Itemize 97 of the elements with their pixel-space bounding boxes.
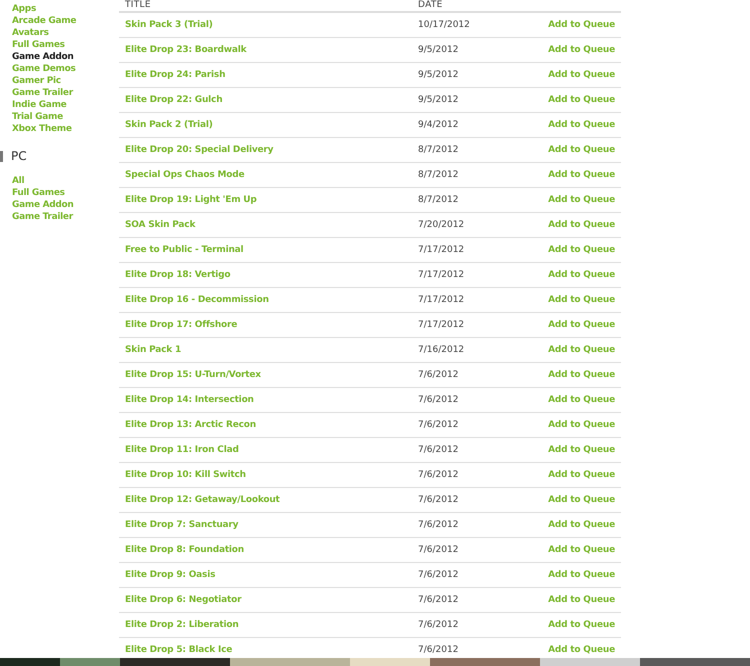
date-text: 9/5/2012 — [418, 70, 458, 80]
add-to-queue-link[interactable]: Add to Queue — [548, 495, 615, 505]
title-link[interactable]: Elite Drop 17: Offshore — [125, 320, 238, 330]
date-text: 8/7/2012 — [418, 170, 458, 180]
date-text: 7/6/2012 — [418, 595, 458, 605]
title-link[interactable]: Elite Drop 11: Iron Clad — [125, 445, 239, 455]
add-to-queue-link[interactable]: Add to Queue — [548, 370, 615, 380]
date-text: 7/6/2012 — [418, 445, 458, 455]
date-text: 7/17/2012 — [418, 270, 464, 280]
category-link[interactable]: Game Addon — [12, 51, 74, 63]
category-link[interactable]: Game Demos — [12, 63, 76, 75]
title-link[interactable]: Free to Public - Terminal — [125, 245, 244, 255]
add-to-queue-link[interactable]: Add to Queue — [548, 595, 615, 605]
add-to-queue-link[interactable]: Add to Queue — [548, 20, 615, 30]
add-to-queue-link[interactable]: Add to Queue — [548, 295, 615, 305]
date-text: 10/17/2012 — [418, 20, 470, 30]
title-link[interactable]: Elite Drop 16 - Decommission — [125, 295, 269, 305]
date-text: 8/7/2012 — [418, 195, 458, 205]
date-text: 9/5/2012 — [418, 95, 458, 105]
bar-icon — [0, 150, 3, 162]
title-link[interactable]: Skin Pack 3 (Trial) — [125, 20, 213, 30]
date-text: 7/6/2012 — [418, 495, 458, 505]
date-text: 7/17/2012 — [418, 245, 464, 255]
date-text: 7/6/2012 — [418, 620, 458, 630]
date-text: 7/6/2012 — [418, 370, 458, 380]
title-link[interactable]: Elite Drop 13: Arctic Recon — [125, 420, 256, 430]
add-to-queue-link[interactable]: Add to Queue — [548, 470, 615, 480]
title-link[interactable]: Elite Drop 8: Foundation — [125, 545, 244, 555]
title-link[interactable]: Special Ops Chaos Mode — [125, 170, 244, 180]
title-link[interactable]: Elite Drop 24: Parish — [125, 70, 226, 80]
category-link[interactable]: Full Games — [12, 187, 65, 199]
add-to-queue-link[interactable]: Add to Queue — [548, 345, 615, 355]
date-text: 7/6/2012 — [418, 570, 458, 580]
category-link[interactable]: Avatars — [12, 27, 49, 39]
date-text: 7/6/2012 — [418, 545, 458, 555]
title-link[interactable]: Skin Pack 1 — [125, 345, 182, 355]
date-text: 7/6/2012 — [418, 645, 458, 655]
title-link[interactable]: Elite Drop 18: Vertigo — [125, 270, 230, 280]
date-text: 7/6/2012 — [418, 420, 458, 430]
title-link[interactable]: Elite Drop 5: Black Ice — [125, 645, 232, 655]
title-link[interactable]: Elite Drop 20: Special Delivery — [125, 145, 274, 155]
category-link[interactable]: Indie Game — [12, 99, 66, 111]
title-link[interactable]: Elite Drop 14: Intersection — [125, 395, 254, 405]
date-text: 7/16/2012 — [418, 345, 464, 355]
add-to-queue-link[interactable]: Add to Queue — [548, 620, 615, 630]
category-link[interactable]: Trial Game — [12, 111, 63, 123]
add-to-queue-link[interactable]: Add to Queue — [548, 545, 615, 555]
add-to-queue-link[interactable]: Add to Queue — [548, 145, 615, 155]
date-text: 7/6/2012 — [418, 470, 458, 480]
add-to-queue-link[interactable]: Add to Queue — [548, 95, 615, 105]
add-to-queue-link[interactable]: Add to Queue — [548, 195, 615, 205]
title-link[interactable]: Elite Drop 12: Getaway/Lookout — [125, 495, 280, 505]
add-to-queue-link[interactable]: Add to Queue — [548, 70, 615, 80]
category-link[interactable]: Apps — [12, 3, 36, 15]
title-link[interactable]: Elite Drop 7: Sanctuary — [125, 520, 238, 530]
add-to-queue-link[interactable]: Add to Queue — [548, 395, 615, 405]
add-to-queue-link[interactable]: Add to Queue — [548, 245, 615, 255]
category-link[interactable]: Game Trailer — [12, 211, 73, 223]
date-text: 8/7/2012 — [418, 145, 458, 155]
date-text: 7/17/2012 — [418, 320, 464, 330]
add-to-queue-link[interactable]: Add to Queue — [548, 45, 615, 55]
title-link[interactable]: SOA Skin Pack — [125, 220, 196, 230]
add-to-queue-link[interactable]: Add to Queue — [548, 645, 615, 655]
title-link[interactable]: Elite Drop 6: Negotiator — [125, 595, 242, 605]
title-link[interactable]: Elite Drop 10: Kill Switch — [125, 470, 246, 480]
title-link[interactable]: Skin Pack 2 (Trial) — [125, 120, 213, 130]
add-to-queue-link[interactable]: Add to Queue — [548, 445, 615, 455]
date-text: 9/4/2012 — [418, 120, 458, 130]
category-link[interactable]: Full Games — [12, 39, 65, 51]
add-to-queue-link[interactable]: Add to Queue — [548, 270, 615, 280]
title-link[interactable]: Elite Drop 22: Gulch — [125, 95, 222, 105]
category-link[interactable]: Game Trailer — [12, 87, 73, 99]
column-header: DATE — [418, 0, 444, 10]
title-link[interactable]: Elite Drop 15: U-Turn/Vortex — [125, 370, 261, 380]
title-link[interactable]: Elite Drop 2: Liberation — [125, 620, 239, 630]
add-to-queue-link[interactable]: Add to Queue — [548, 170, 615, 180]
add-to-queue-link[interactable]: Add to Queue — [548, 570, 615, 580]
category-link[interactable]: All — [12, 175, 24, 187]
date-text: 7/6/2012 — [418, 520, 458, 530]
add-to-queue-link[interactable]: Add to Queue — [548, 320, 615, 330]
title-link[interactable]: Elite Drop 23: Boardwalk — [125, 45, 246, 55]
date-text: 7/20/2012 — [418, 220, 464, 230]
date-text: 9/5/2012 — [418, 45, 458, 55]
date-text: 7/6/2012 — [418, 395, 458, 405]
column-header: TITLE — [125, 0, 152, 10]
add-to-queue-link[interactable]: Add to Queue — [548, 420, 615, 430]
category-link[interactable]: Arcade Game — [12, 15, 76, 27]
add-to-queue-link[interactable]: Add to Queue — [548, 220, 615, 230]
section-heading: PC — [11, 149, 27, 163]
category-link[interactable]: Gamer Pic — [12, 75, 61, 87]
title-link[interactable]: Elite Drop 19: Light 'Em Up — [125, 195, 257, 205]
add-to-queue-link[interactable]: Add to Queue — [548, 120, 615, 130]
title-link[interactable]: Elite Drop 9: Oasis — [125, 570, 216, 580]
category-link[interactable]: Xbox Theme — [12, 123, 72, 135]
add-to-queue-link[interactable]: Add to Queue — [548, 520, 615, 530]
date-text: 7/17/2012 — [418, 295, 464, 305]
category-link[interactable]: Game Addon — [12, 199, 74, 211]
